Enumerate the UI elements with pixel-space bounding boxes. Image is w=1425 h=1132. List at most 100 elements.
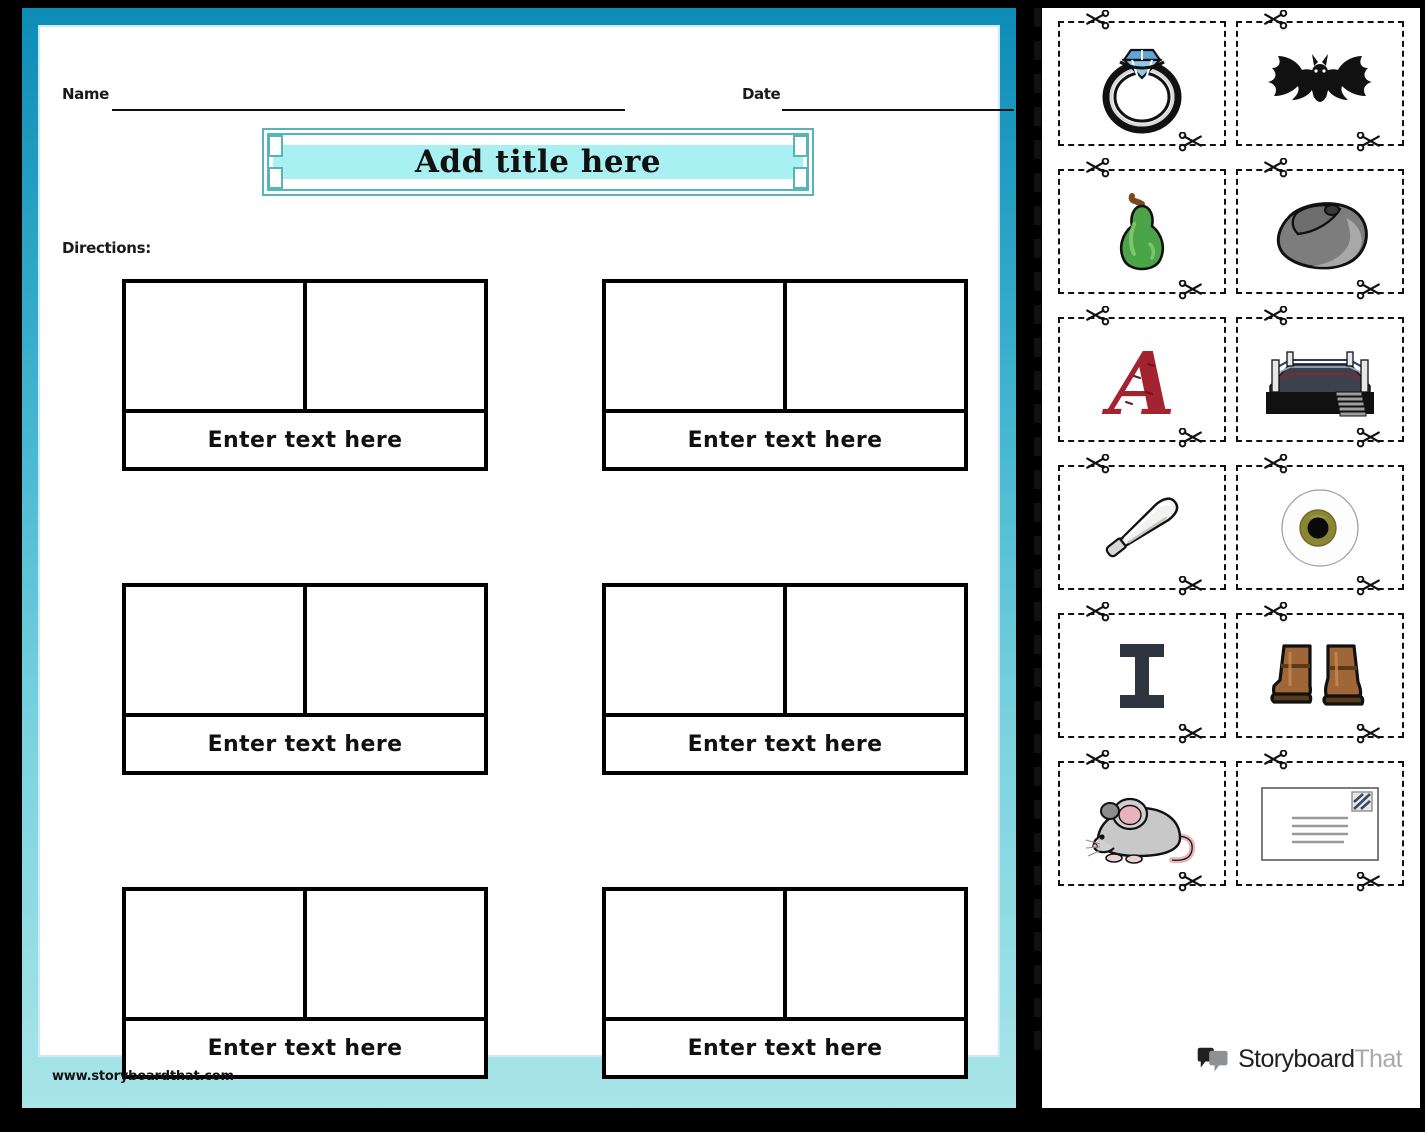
activity-box-left[interactable] [126, 587, 307, 717]
activity-box-right[interactable] [307, 891, 484, 1021]
activity-box-right[interactable] [307, 587, 484, 717]
corner-bracket-top-left-icon [268, 135, 283, 157]
scissors-icon [1086, 602, 1110, 622]
cutout-card[interactable] [1236, 454, 1404, 596]
scissors-icon [1264, 454, 1288, 474]
scissors-icon [1264, 306, 1288, 326]
date-input-line[interactable] [782, 109, 1014, 111]
cutout-card[interactable] [1236, 10, 1404, 152]
activity-box-right[interactable] [787, 891, 964, 1021]
activity-cell[interactable]: Enter text here [122, 279, 488, 471]
scissors-icon [1356, 428, 1380, 448]
brand-name-dark: Storyboard [1238, 1045, 1355, 1073]
baseball-bat-icon [1105, 496, 1179, 557]
name-label: Name [62, 85, 109, 103]
activity-cell[interactable]: Enter text here [602, 887, 968, 1079]
scissors-icon [1264, 750, 1288, 770]
scissors-icon [1178, 280, 1202, 300]
scissors-icon [1178, 724, 1202, 744]
brand-wordmark: StoryboardThat [1238, 1045, 1403, 1074]
worksheet-title[interactable]: Add title here [415, 144, 661, 180]
corner-bracket-bottom-left-icon [268, 167, 283, 189]
activity-cell-boxes [126, 587, 484, 717]
activity-cell-boxes [126, 283, 484, 413]
cutout-card[interactable] [1236, 602, 1404, 744]
speech-bubbles-icon [1197, 1047, 1228, 1071]
footer-url: www.storyboardthat.com [52, 1068, 234, 1084]
cutout-card[interactable] [1058, 158, 1226, 300]
activity-cell-boxes [606, 587, 964, 717]
scissors-icon [1086, 10, 1110, 30]
title-fill: Add title here [273, 144, 803, 180]
corner-bracket-bottom-right-icon [793, 167, 808, 189]
scissors-icon [1086, 750, 1110, 770]
scissors-icon [1178, 428, 1202, 448]
scissors-icon [1356, 872, 1380, 892]
cutout-card[interactable] [1058, 750, 1226, 892]
activity-box-right[interactable] [307, 283, 484, 413]
ring-icon [1102, 48, 1182, 133]
activity-cell-label[interactable]: Enter text here [126, 413, 484, 467]
corner-bracket-top-right-icon [793, 135, 808, 157]
activity-box-left[interactable] [606, 891, 787, 1021]
activity-cell-label[interactable]: Enter text here [606, 717, 964, 771]
scissors-icon [1356, 724, 1380, 744]
cutout-card-panel: A StoryboardThat [1042, 8, 1420, 1108]
worksheet-page: Name Date Add title here Directions: Ent… [22, 8, 1016, 1108]
cutout-card[interactable]: A [1058, 306, 1226, 448]
boxing-ring-icon [1266, 350, 1374, 416]
computer-mouse-icon [1276, 201, 1368, 269]
postcard-icon [1261, 786, 1379, 861]
storyboardthat-logo: StoryboardThat [1196, 1045, 1403, 1074]
activity-cell-boxes [126, 891, 484, 1021]
cutout-card[interactable] [1236, 306, 1404, 448]
scissors-icon [1178, 872, 1202, 892]
activity-box-left[interactable] [606, 587, 787, 717]
activity-cell-boxes [606, 891, 964, 1021]
activity-box-left[interactable] [606, 283, 787, 413]
scissors-icon [1264, 158, 1288, 178]
activity-cell[interactable]: Enter text here [122, 583, 488, 775]
scissors-icon [1178, 576, 1202, 596]
cutout-card[interactable] [1058, 454, 1226, 596]
cutout-card[interactable] [1236, 158, 1404, 300]
scissors-icon [1356, 132, 1380, 152]
scissors-icon [1086, 454, 1110, 474]
mouse-animal-icon [1085, 797, 1196, 864]
activity-cell-label[interactable]: Enter text here [606, 413, 964, 467]
cutout-card[interactable] [1058, 602, 1226, 744]
cutout-card[interactable] [1236, 750, 1404, 892]
letter-i-icon [1120, 643, 1164, 708]
cutout-card-grid: A [1058, 10, 1404, 892]
activity-cell-boxes [606, 283, 964, 413]
scissors-icon [1356, 280, 1380, 300]
name-date-row: Name Date [40, 83, 1014, 113]
eye-icon [1281, 488, 1359, 567]
title-banner[interactable]: Add title here [262, 128, 814, 196]
scissors-icon [1264, 602, 1288, 622]
activity-box-right[interactable] [787, 587, 964, 717]
svg-text:A: A [1102, 334, 1176, 430]
directions-label: Directions: [62, 239, 151, 257]
activity-cell-label[interactable]: Enter text here [126, 717, 484, 771]
name-input-line[interactable] [112, 109, 625, 111]
scissors-icon [1356, 576, 1380, 596]
activity-box-left[interactable] [126, 891, 307, 1021]
activity-box-left[interactable] [126, 283, 307, 413]
activity-cell[interactable]: Enter text here [602, 279, 968, 471]
brand-name-light: That [1354, 1045, 1402, 1073]
activity-cell[interactable]: Enter text here [602, 583, 968, 775]
scissors-icon [1086, 306, 1110, 326]
activity-cell[interactable]: Enter text here [122, 887, 488, 1079]
scissors-icon [1178, 132, 1202, 152]
date-label: Date [742, 85, 781, 103]
scissors-icon [1264, 10, 1288, 30]
cutout-card[interactable] [1058, 10, 1226, 152]
boots-icon [1270, 643, 1365, 706]
letter-a-icon: A [1102, 334, 1176, 430]
activity-grid: Enter text here Enter text here Enter te… [122, 279, 968, 1079]
worksheet-content-area: Name Date Add title here Directions: Ent… [38, 25, 1014, 1079]
cut-line-divider [1034, 8, 1041, 1058]
activity-box-right[interactable] [787, 283, 964, 413]
scissors-icon [1086, 158, 1110, 178]
